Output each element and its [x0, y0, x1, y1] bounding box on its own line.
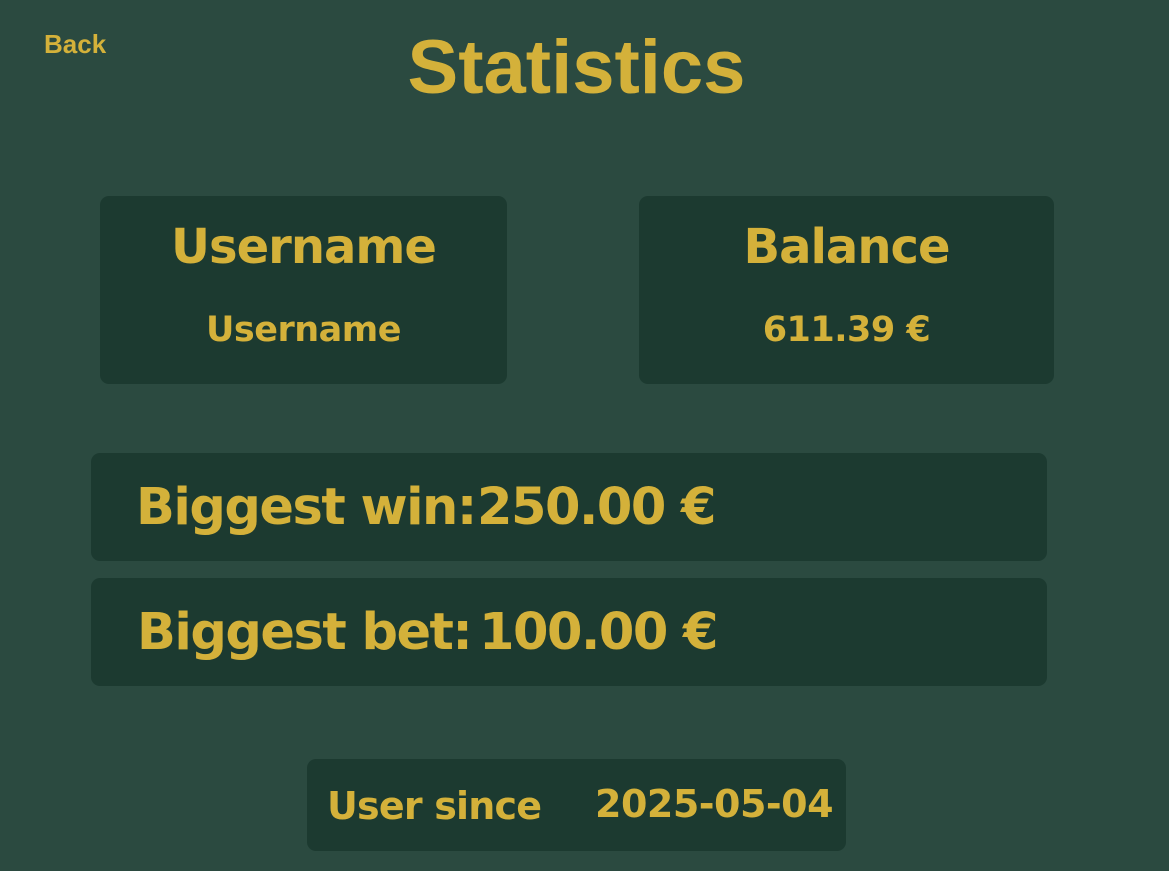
- user-since-value: 2025-05-04: [595, 782, 834, 826]
- balance-card: Balance 611.39 €: [639, 196, 1054, 384]
- biggest-bet-value: 100.00 €: [479, 603, 719, 662]
- page-title: Statistics: [407, 25, 746, 110]
- biggest-bet-card: Biggest bet: 100.00 €: [91, 578, 1047, 686]
- username-value: Username: [206, 310, 402, 350]
- username-card: Username Username: [100, 196, 507, 384]
- biggest-bet-label: Biggest bet:: [137, 603, 473, 662]
- biggest-win-value: 250.00 €: [477, 478, 717, 537]
- balance-value: 611.39 €: [762, 310, 931, 350]
- user-since-label: User since: [327, 784, 542, 828]
- balance-heading: Balance: [743, 219, 951, 275]
- user-since-card: User since 2025-05-04: [307, 759, 846, 851]
- biggest-win-label: Biggest win:: [136, 478, 477, 537]
- username-heading: Username: [171, 219, 437, 275]
- biggest-win-card: Biggest win: 250.00 €: [91, 453, 1047, 561]
